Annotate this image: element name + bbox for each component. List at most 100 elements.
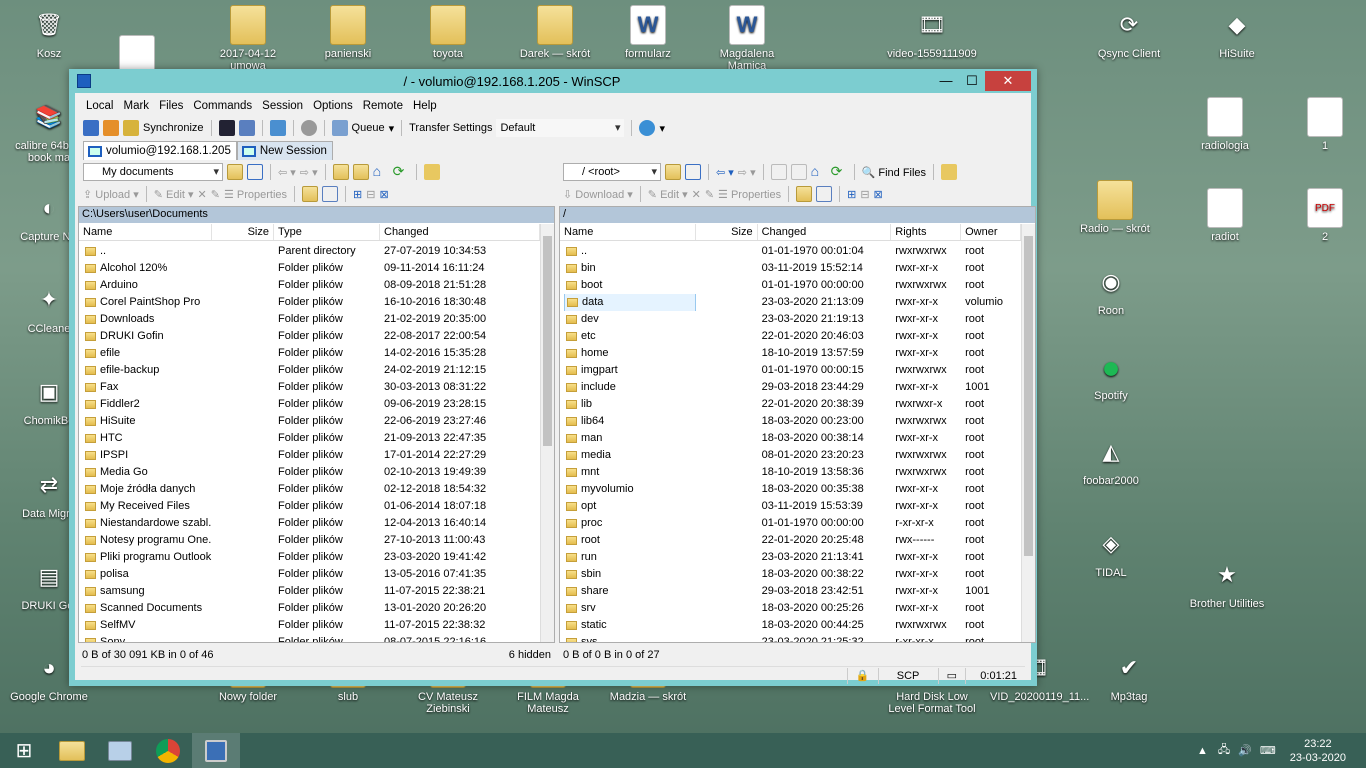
table-row[interactable]: polisa Folder plików 13-05-2016 07:41:35 — [79, 566, 540, 583]
table-row[interactable]: mnt 18-10-2019 13:58:36 rwxrwxrwx root — [560, 464, 1021, 481]
open-session-icon[interactable] — [269, 120, 286, 136]
desktop-icon[interactable]: ✔ Mp3tag — [1084, 648, 1174, 703]
delete-icon[interactable]: ✕ — [198, 188, 207, 201]
table-row[interactable]: dev 23-03-2020 21:19:13 rwxr-xr-x root — [560, 311, 1021, 328]
rename-icon[interactable]: ✎ — [211, 188, 220, 201]
table-row[interactable]: Scanned Documents Folder plików 13-01-2020… — [79, 600, 540, 617]
home-icon[interactable]: ⌂ — [373, 164, 389, 180]
table-row[interactable]: bin 03-11-2019 15:52:14 rwxr-xr-x root — [560, 260, 1021, 277]
synchronize-button[interactable]: Synchronize — [143, 122, 204, 134]
parent-dir-icon[interactable] — [770, 164, 787, 180]
table-row[interactable]: sys 23-03-2020 21:25:32 r-xr-xr-x root — [560, 634, 1021, 642]
remote-scrollbar[interactable] — [1021, 224, 1035, 642]
table-row[interactable]: HiSuite Folder plików 22-06-2019 23:27:46 — [79, 413, 540, 430]
edit-button[interactable]: ✎ Edit ▾ — [648, 188, 688, 201]
remote-file-pane[interactable]: / Name Size Changed Rights Owner .. 01-01-197… — [559, 206, 1036, 643]
tab-new-session[interactable]: New Session — [236, 141, 333, 160]
desktop-icon[interactable]: Wformularz — [603, 5, 693, 60]
back-icon[interactable]: ⇦ ▾ — [716, 166, 734, 179]
minimize-button[interactable]: — — [933, 71, 959, 91]
column-header-changed[interactable]: Changed — [758, 224, 892, 240]
maximize-button[interactable]: ☐ — [959, 71, 985, 91]
queue-icon[interactable] — [331, 120, 348, 136]
select-all-icon[interactable]: ⊞ — [353, 188, 362, 201]
column-header-type[interactable]: Type — [274, 224, 380, 240]
desktop-icon[interactable]: ◭ foobar2000 — [1066, 432, 1156, 487]
menu-mark[interactable]: Mark — [119, 97, 155, 115]
column-header-size[interactable]: Size — [696, 224, 758, 240]
unselect-icon[interactable]: ⊟ — [860, 188, 869, 201]
table-row[interactable]: media 08-01-2020 23:20:23 rwxrwxrwx root — [560, 447, 1021, 464]
scroll-thumb[interactable] — [543, 236, 552, 446]
table-row[interactable]: HTC Folder plików 21-09-2013 22:47:35 — [79, 430, 540, 447]
select-filter-icon[interactable]: ⊠ — [379, 188, 388, 201]
menu-commands[interactable]: Commands — [188, 97, 257, 115]
table-row[interactable]: My Received Files Folder plików 01-06-2014… — [79, 498, 540, 515]
transfer-settings-select[interactable]: Default — [496, 119, 625, 137]
table-row[interactable]: data 23-03-2020 21:13:09 rwxr-xr-x volumio — [560, 294, 1021, 311]
desktop-icon[interactable]: ● Spotify — [1066, 347, 1156, 403]
upload-button[interactable]: ⇪ Upload ▾ — [83, 188, 139, 201]
delete-icon[interactable]: ✕ — [692, 188, 701, 201]
menu-files[interactable]: Files — [154, 97, 188, 115]
table-row[interactable]: Media Go Folder plików 02-10-2013 19:49:39 — [79, 464, 540, 481]
table-row[interactable]: Moje źródła danych Folder plików 02-12-201… — [79, 481, 540, 498]
table-row[interactable]: samsung Folder plików 11-07-2015 22:38:21 — [79, 583, 540, 600]
find-files-button[interactable]: 🔍 Find Files — [862, 166, 926, 179]
table-row[interactable]: sbin 18-03-2020 00:38:22 rwxr-xr-x root — [560, 566, 1021, 583]
desktop-icon[interactable]: PDF 2 — [1280, 188, 1366, 243]
desktop-icon[interactable]: 🎞 video-1559111909 — [887, 5, 977, 60]
local-scrollbar[interactable] — [540, 224, 554, 642]
table-row[interactable]: Pliki programu Outlook Folder plików 23-03… — [79, 549, 540, 566]
taskbar-chrome[interactable] — [144, 733, 192, 768]
desktop-icon[interactable]: 🗑 Kosz — [4, 5, 94, 60]
table-row[interactable]: root 22-01-2020 20:25:48 rwx------ root — [560, 532, 1021, 549]
table-row[interactable]: Alcohol 120% Folder plików 09-11-2014 16:1… — [79, 260, 540, 277]
putty-icon[interactable] — [238, 120, 255, 136]
title-bar[interactable]: / - volumio@192.168.1.205 - WinSCP — ☐ ✕ — [69, 69, 1037, 93]
taskbar-control-panel[interactable] — [96, 733, 144, 768]
parent-dir-icon[interactable] — [332, 164, 349, 180]
table-row[interactable]: home 18-10-2019 13:57:59 rwxr-xr-x root — [560, 345, 1021, 362]
desktop-icon[interactable]: panienski — [303, 5, 393, 60]
table-row[interactable]: Downloads Folder plików 21-02-2019 20:35:0… — [79, 311, 540, 328]
console-icon[interactable] — [218, 120, 235, 136]
network-icon[interactable]: 🖧 — [1214, 741, 1234, 760]
table-row[interactable]: static 18-03-2020 00:44:25 rwxrwxrwx root — [560, 617, 1021, 634]
root-dir-icon[interactable] — [790, 164, 807, 180]
table-row[interactable]: Arduino Folder plików 08-09-2018 21:51:28 — [79, 277, 540, 294]
unselect-icon[interactable]: ⊟ — [366, 188, 375, 201]
table-row[interactable]: etc 22-01-2020 20:46:03 rwxr-xr-x root — [560, 328, 1021, 345]
table-row[interactable]: man 18-03-2020 00:38:14 rwxr-xr-x root — [560, 430, 1021, 447]
close-button[interactable]: ✕ — [985, 71, 1031, 91]
keyboard-icon[interactable]: ⌨ — [1256, 744, 1280, 757]
desktop-icon[interactable]: ◉ Roon — [1066, 262, 1156, 317]
select-all-icon[interactable]: ⊞ — [847, 188, 856, 201]
table-row[interactable]: DRUKI Gofin Folder plików 22-08-2017 22:00… — [79, 328, 540, 345]
table-row[interactable]: boot 01-01-1970 00:00:00 rwxrwxrwx root — [560, 277, 1021, 294]
table-row[interactable]: srv 18-03-2020 00:25:26 rwxr-xr-x root — [560, 600, 1021, 617]
column-header-name[interactable]: Name — [560, 224, 696, 240]
scroll-thumb[interactable] — [1024, 236, 1033, 556]
sync-browse-icon[interactable] — [103, 120, 119, 136]
desktop-icon[interactable]: ★ Brother Utilities — [1182, 555, 1272, 610]
volume-icon[interactable]: 🔊 — [1234, 744, 1256, 757]
table-row[interactable]: imgpart 01-01-1970 00:00:15 rwxrwxrwx root — [560, 362, 1021, 379]
left-location-select[interactable]: My documents — [83, 163, 223, 181]
table-row[interactable]: Fax Folder plików 30-03-2013 08:31:22 — [79, 379, 540, 396]
tab-session-volumio[interactable]: volumio@192.168.1.205 — [83, 141, 237, 160]
menu-help[interactable]: Help — [408, 97, 442, 115]
desktop-icon[interactable]: toyota — [403, 5, 493, 60]
table-row[interactable]: Corel PaintShop Pro Folder plików 16-10-20… — [79, 294, 540, 311]
queue-dropdown-icon[interactable]: ▾ — [389, 122, 395, 135]
start-button[interactable]: ⊞ — [0, 733, 48, 768]
table-row[interactable]: lib64 18-03-2020 00:23:00 rwxrwxrwx root — [560, 413, 1021, 430]
properties-button[interactable]: ☰ Properties — [718, 188, 781, 201]
menu-remote[interactable]: Remote — [358, 97, 408, 115]
queue-button[interactable]: Queue — [352, 122, 385, 134]
menu-options[interactable]: Options — [308, 97, 358, 115]
desktop-icon[interactable]: radiot — [1180, 188, 1270, 243]
table-row[interactable]: .. 01-01-1970 00:01:04 rwxrwxrwx root — [560, 243, 1021, 260]
forward-icon[interactable]: ⇨ ▾ — [300, 166, 318, 179]
column-header-changed[interactable]: Changed — [380, 224, 540, 240]
